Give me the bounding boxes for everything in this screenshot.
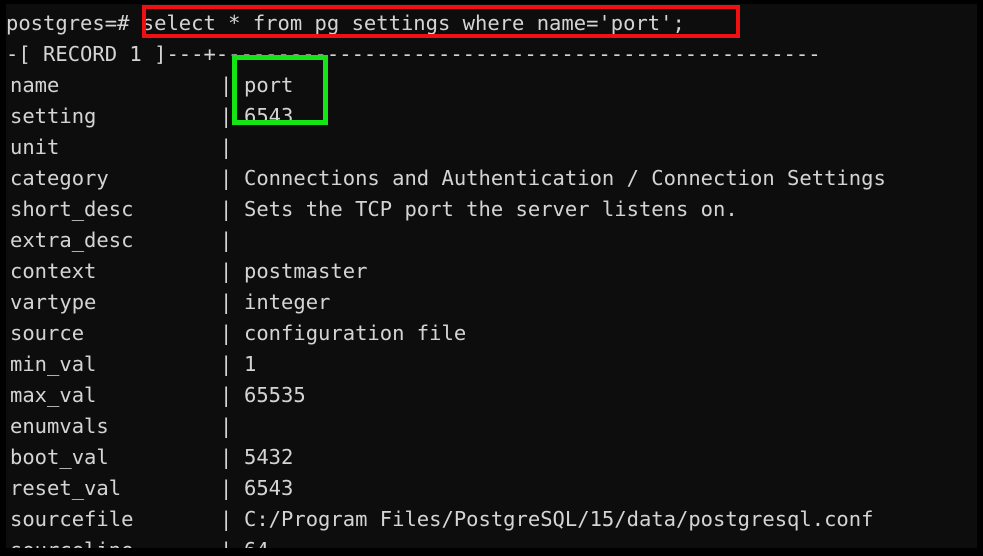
row-separator: | [220, 73, 233, 97]
table-row: category | Connections and Authentication … [6, 163, 886, 194]
row-separator: | [220, 352, 233, 376]
table-row: sourceline|64 [6, 535, 269, 548]
row-label: context [10, 259, 97, 283]
row-separator: | [220, 476, 233, 500]
table-row: enumvals | [6, 411, 244, 442]
row-value: Connections and Authentication / Connect… [244, 166, 886, 190]
row-value: 5432 [244, 445, 294, 469]
record-header: -[ RECORD 1 ]---+-----------------------… [6, 42, 821, 66]
row-value: 6543 [244, 104, 294, 128]
row-label: reset_val [10, 476, 122, 500]
row-separator: | [220, 535, 244, 548]
row-label: extra_desc [10, 228, 134, 252]
row-label: boot_val [10, 445, 109, 469]
row-value: 64 [244, 535, 269, 548]
psql-terminal[interactable]: . . postgres=# select * from pg_settings… [6, 4, 977, 548]
table-row: context | postmaster [6, 256, 367, 287]
row-separator: | [220, 507, 233, 531]
table-row: source | configuration file [6, 318, 466, 349]
row-label: name [10, 73, 60, 97]
row-value: port [244, 73, 294, 97]
table-row: short_desc | Sets the TCP port the server … [6, 194, 738, 225]
row-value: 65535 [244, 383, 306, 407]
table-row: min_val | 1 [6, 349, 256, 380]
row-label: min_val [10, 352, 97, 376]
table-row: setting | 6543 [6, 101, 293, 132]
row-label: sourcefile [10, 507, 134, 531]
row-separator: | [220, 135, 233, 159]
row-value: configuration file [244, 321, 467, 345]
row-separator: | [220, 166, 233, 190]
table-row: reset_val | 6543 [6, 473, 293, 504]
row-value: 1 [244, 352, 257, 376]
table-row: sourcefile | C:/Program Files/PostgreSQL/1… [6, 504, 873, 535]
row-label: source [10, 321, 85, 345]
row-separator: | [220, 383, 233, 407]
table-row: unit | [6, 132, 244, 163]
row-value: integer [244, 290, 331, 314]
screenshot-root: . . postgres=# select * from pg_settings… [0, 0, 983, 556]
row-separator: | [220, 290, 233, 314]
table-row: vartype | integer [6, 287, 330, 318]
row-value: C:/Program Files/PostgreSQL/15/data/post… [244, 507, 874, 531]
row-separator: | [220, 104, 233, 128]
row-value: 6543 [244, 476, 294, 500]
table-row: name | port [6, 70, 293, 101]
table-row: max_val | 65535 [6, 380, 306, 411]
prompt-line: postgres=# select * from pg_settings whe… [6, 8, 685, 39]
psql-prompt: postgres=# [6, 11, 130, 35]
row-value: Sets the TCP port the server listens on. [244, 197, 738, 221]
row-label: enumvals [10, 414, 109, 438]
row-label: vartype [10, 290, 97, 314]
row-label: max_val [10, 383, 97, 407]
row-separator: | [220, 321, 233, 345]
table-row: extra_desc | [6, 225, 244, 256]
table-row: boot_val | 5432 [6, 442, 293, 473]
row-separator: | [220, 197, 233, 221]
row-label: category [10, 166, 109, 190]
sql-command: select * from pg_settings where name='po… [141, 11, 685, 35]
row-label: unit [10, 135, 60, 159]
row-separator: | [220, 259, 233, 283]
row-separator: | [220, 445, 233, 469]
row-label: sourceline [6, 535, 220, 548]
row-label: short_desc [10, 197, 134, 221]
row-separator: | [220, 414, 233, 438]
row-value: postmaster [244, 259, 368, 283]
row-separator: | [220, 228, 233, 252]
row-label: setting [10, 104, 97, 128]
